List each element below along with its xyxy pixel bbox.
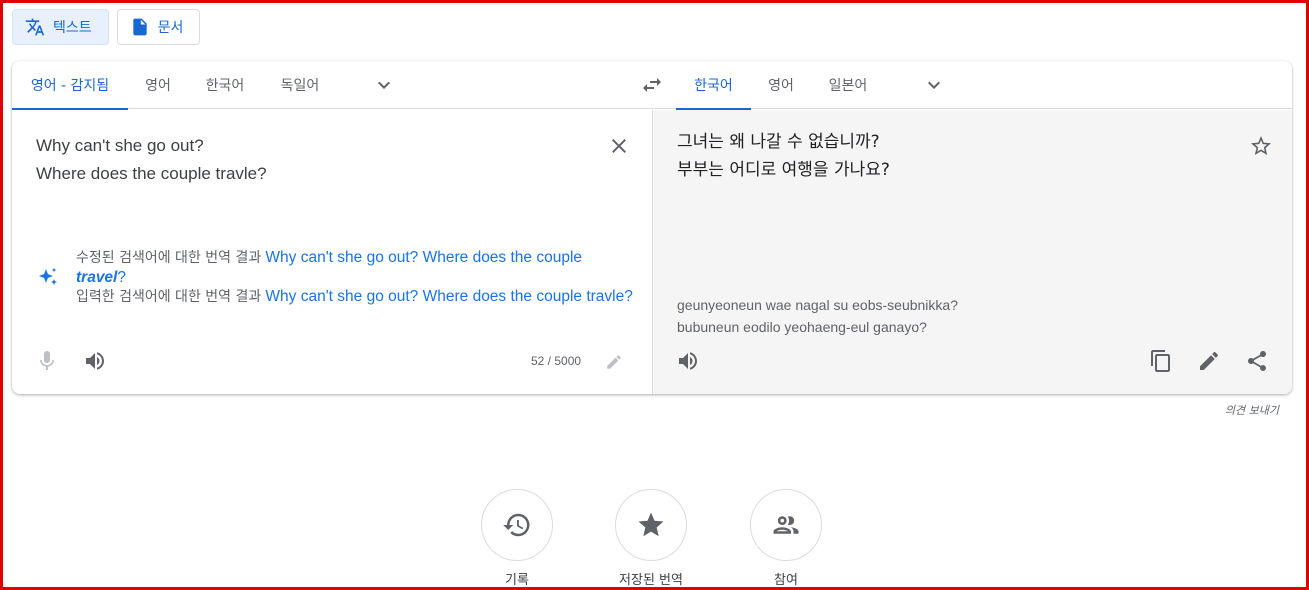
source-lang-tab-english[interactable]: 영어 <box>128 61 188 109</box>
handwriting-button[interactable] <box>600 348 628 376</box>
edit-translation-button[interactable] <box>1191 343 1227 379</box>
document-mode-button[interactable]: 문서 <box>116 9 201 45</box>
contribute-circle <box>750 489 822 561</box>
source-input[interactable]: Why can't she go out? Where does the cou… <box>36 132 596 188</box>
source-listen-button[interactable] <box>77 343 113 379</box>
history-label: 기록 <box>505 573 529 588</box>
people-icon <box>773 516 799 534</box>
pencil-icon <box>1200 351 1219 370</box>
source-lang-label: 영어 <box>145 78 171 94</box>
speaker-icon <box>679 352 697 370</box>
copy-icon <box>1151 350 1170 372</box>
source-lang-tab-detected[interactable]: 영어 - 감지됨 <box>12 61 128 110</box>
contribute-button[interactable]: 참여 <box>750 489 822 588</box>
mode-selector: 텍스트 문서 <box>12 9 201 45</box>
corrected-word: travel <box>76 269 118 286</box>
corrected-link-text: Why can't she go out? Where does the cou… <box>265 249 583 266</box>
target-lang-label: 영어 <box>768 78 794 94</box>
romanization: geunyeoneun wae nagal su eobs-seubnikka?… <box>677 294 1237 338</box>
source-lang-more-button[interactable] <box>366 67 402 103</box>
target-lang-tab-japanese[interactable]: 일본어 <box>811 61 885 109</box>
corrected-prefix: 수정된 검색어에 대한 번역 결과 <box>76 250 262 266</box>
character-counter: 52 / 5000 <box>531 354 582 368</box>
source-lang-tab-german[interactable]: 독일어 <box>262 61 338 109</box>
document-icon <box>132 18 147 36</box>
swap-icon <box>643 78 661 92</box>
star-icon <box>638 512 664 537</box>
translation-output: 그녀는 왜 나갈 수 없습니까? 부부는 어디로 여행을 가나요? <box>677 128 1237 184</box>
bottom-actions: 기록 저장된 번역 참여 <box>0 489 1309 589</box>
microphone-icon <box>40 351 54 370</box>
text-mode-label: 텍스트 <box>53 20 92 36</box>
source-lang-label: 독일어 <box>280 78 320 94</box>
source-lang-tab-korean[interactable]: 한국어 <box>188 61 262 109</box>
romanization-line: bubuneun eodilo yeohaeng-eul ganayo? <box>677 319 927 335</box>
target-lang-more-button[interactable] <box>916 67 952 103</box>
saved-label: 저장된 번역 <box>619 573 683 588</box>
translate-icon <box>25 18 45 36</box>
send-feedback-link[interactable]: 의견 보내기 <box>1225 402 1279 418</box>
saved-circle <box>615 489 687 561</box>
target-pane: 그녀는 왜 나갈 수 없습니까? 부부는 어디로 여행을 가나요? geunye… <box>652 110 1292 394</box>
contribute-label: 참여 <box>774 573 798 588</box>
sparkle-icon <box>39 267 57 285</box>
source-line: Why can't she go out? <box>36 136 204 155</box>
saved-translations-button[interactable]: 저장된 번역 <box>615 489 687 588</box>
source-lang-label: 한국어 <box>205 78 245 94</box>
target-lang-label: 한국어 <box>694 78 733 94</box>
clear-source-button[interactable] <box>601 128 637 164</box>
target-lang-tab-korean[interactable]: 한국어 <box>676 61 751 110</box>
romanization-line: geunyeoneun wae nagal su eobs-seubnikka? <box>677 297 958 313</box>
voice-input-button[interactable] <box>29 343 65 379</box>
swap-languages-button[interactable] <box>634 67 670 103</box>
target-lang-tab-english[interactable]: 영어 <box>751 61 811 109</box>
chevron-down-icon <box>928 81 940 89</box>
translation-card: 영어 - 감지됨 영어 한국어 독일어 한국어 영어 일본어 Why can't… <box>12 61 1292 394</box>
source-lang-label: 영어 - 감지됨 <box>30 78 110 94</box>
chevron-down-icon <box>378 81 390 89</box>
share-translation-button[interactable] <box>1239 343 1275 379</box>
target-lang-label: 일본어 <box>828 78 868 94</box>
document-mode-label: 문서 <box>157 20 184 36</box>
history-icon <box>503 513 530 537</box>
close-icon <box>612 139 626 153</box>
translation-line: 그녀는 왜 나갈 수 없습니까? <box>677 132 880 152</box>
share-icon <box>1248 351 1266 371</box>
source-pane: Why can't she go out? Where does the cou… <box>12 110 652 394</box>
history-button[interactable]: 기록 <box>481 489 553 588</box>
copy-translation-button[interactable] <box>1143 343 1179 379</box>
spelling-suggestion: 수정된 검색어에 대한 번역 결과 Why can't she go out? … <box>36 248 636 307</box>
language-bar: 영어 - 감지됨 영어 한국어 독일어 한국어 영어 일본어 <box>12 61 1292 110</box>
speaker-icon <box>86 352 104 370</box>
original-prefix: 입력한 검색어에 대한 번역 결과 <box>76 289 262 305</box>
corrected-link-suffix: ? <box>117 269 126 286</box>
translation-line: 부부는 어디로 여행을 가나요? <box>677 160 890 180</box>
history-circle <box>481 489 553 561</box>
original-query-link[interactable]: Why can't she go out? Where does the cou… <box>265 288 632 305</box>
text-mode-button[interactable]: 텍스트 <box>12 9 109 45</box>
target-listen-button[interactable] <box>670 343 706 379</box>
pencil-icon <box>607 355 621 369</box>
save-translation-button[interactable] <box>1243 128 1279 164</box>
source-line: Where does the couple travle? <box>36 164 267 183</box>
star-outline-icon <box>1251 136 1271 155</box>
